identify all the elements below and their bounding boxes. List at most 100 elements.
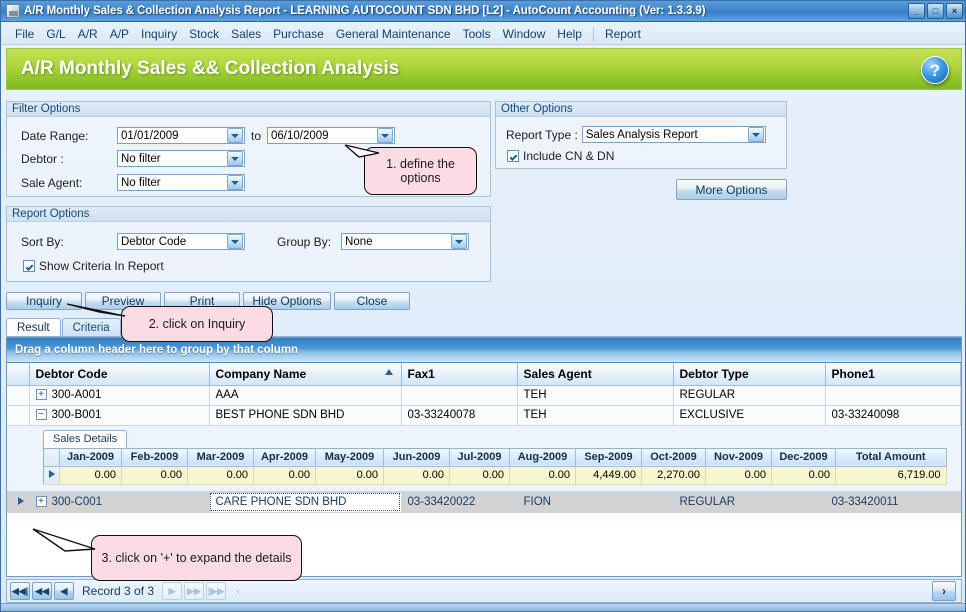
detail-column-jul[interactable]: Jul-2009 bbox=[449, 448, 510, 467]
show-criteria-row: Show Criteria In Report bbox=[23, 259, 164, 273]
close-button-action[interactable]: Close bbox=[334, 292, 410, 310]
menu-item-gl[interactable]: G/L bbox=[40, 26, 71, 42]
table-row[interactable]: −300-B001 BEST PHONE SDN BHD 03-33240078… bbox=[7, 405, 961, 426]
first-record-button[interactable]: ◀◀| bbox=[10, 582, 30, 600]
detail-cell-apr: 0.00 bbox=[253, 466, 316, 485]
group-by-combo[interactable]: None bbox=[341, 233, 470, 250]
cell-debtor-code[interactable]: +300-A001 bbox=[29, 385, 210, 406]
menu-item-purchase[interactable]: Purchase bbox=[267, 26, 330, 42]
caret-right-icon bbox=[48, 470, 55, 478]
table-row[interactable]: +300-A001 AAA TEH REGULAR bbox=[7, 385, 961, 406]
detail-cell-oct: 2,270.00 bbox=[641, 466, 706, 485]
detail-column-nov[interactable]: Nov-2009 bbox=[705, 448, 772, 467]
prev-record-button[interactable]: ◀ bbox=[54, 582, 74, 600]
report-options-caption: Report Options bbox=[7, 207, 490, 222]
sort-by-combo[interactable]: Debtor Code bbox=[117, 233, 245, 250]
detail-column-may[interactable]: May-2009 bbox=[315, 448, 384, 467]
more-options-button[interactable]: More Options bbox=[676, 179, 787, 200]
menu-item-general-maintenance[interactable]: General Maintenance bbox=[330, 26, 457, 42]
include-cn-dn-label: Include CN & DN bbox=[523, 149, 615, 163]
menu-item-report[interactable]: Report bbox=[599, 26, 647, 42]
column-header-debtor-type[interactable]: Debtor Type bbox=[673, 363, 826, 386]
detail-column-apr[interactable]: Apr-2009 bbox=[253, 448, 316, 467]
tab-sales-details[interactable]: Sales Details bbox=[43, 429, 128, 448]
detail-column-jun[interactable]: Jun-2009 bbox=[383, 448, 450, 467]
cancel-edit-button[interactable]: ‹ bbox=[228, 582, 248, 600]
detail-data-row[interactable]: 0.00 0.00 0.00 0.00 0.00 0.00 0.00 0.00 bbox=[43, 466, 947, 485]
detail-column-sep[interactable]: Sep-2009 bbox=[575, 448, 642, 467]
chevron-down-icon[interactable] bbox=[227, 175, 243, 190]
detail-column-jan[interactable]: Jan-2009 bbox=[59, 448, 122, 467]
menu-item-ap[interactable]: A/P bbox=[104, 26, 135, 42]
cell-sales-agent: FION bbox=[517, 492, 674, 513]
maximize-button[interactable]: □ bbox=[927, 3, 944, 19]
inquiry-button[interactable]: Inquiry bbox=[6, 292, 82, 310]
detail-cell-sep: 4,449.00 bbox=[575, 466, 642, 485]
cell-debtor-code[interactable]: +300-C001 bbox=[29, 492, 210, 513]
tab-result[interactable]: Result bbox=[6, 318, 61, 336]
menu-item-ar[interactable]: A/R bbox=[72, 26, 104, 42]
menu-item-help[interactable]: Help bbox=[551, 26, 588, 42]
sale-agent-filter-combo[interactable]: No filter bbox=[117, 174, 245, 191]
detail-cell-jul: 0.00 bbox=[449, 466, 510, 485]
column-header-sales-agent[interactable]: Sales Agent bbox=[517, 363, 674, 386]
help-icon[interactable]: ? bbox=[921, 56, 949, 84]
detail-column-oct[interactable]: Oct-2009 bbox=[641, 448, 706, 467]
detail-column-aug[interactable]: Aug-2009 bbox=[509, 448, 576, 467]
prev-page-button[interactable]: ◀◀ bbox=[32, 582, 52, 600]
expand-row-icon[interactable]: + bbox=[35, 389, 47, 401]
next-page-button[interactable]: ▶▶ bbox=[184, 582, 205, 600]
show-criteria-checkbox[interactable]: Show Criteria In Report bbox=[23, 259, 164, 273]
chevron-down-icon[interactable] bbox=[377, 128, 394, 143]
detail-column-total[interactable]: Total Amount bbox=[835, 448, 947, 467]
minimize-button[interactable]: _ bbox=[908, 3, 925, 19]
table-row[interactable]: +300-C001 CARE PHONE SDN BHD 03-33420022… bbox=[7, 492, 961, 513]
tab-criteria[interactable]: Criteria bbox=[61, 318, 121, 336]
chevron-down-icon[interactable] bbox=[451, 234, 468, 249]
expand-panel-button[interactable]: › bbox=[932, 581, 956, 601]
cell-debtor-type: REGULAR bbox=[673, 385, 826, 406]
menu-item-sales[interactable]: Sales bbox=[225, 26, 267, 42]
report-type-label: Report Type : bbox=[506, 127, 578, 142]
debtor-filter-combo[interactable]: No filter bbox=[117, 150, 245, 167]
next-record-button[interactable]: ▶ bbox=[162, 582, 183, 600]
menu-item-inquiry[interactable]: Inquiry bbox=[135, 26, 183, 42]
cell-debtor-type: EXCLUSIVE bbox=[673, 405, 826, 426]
row-indicator-header bbox=[7, 363, 30, 386]
menu-item-stock[interactable]: Stock bbox=[183, 26, 225, 42]
include-cn-dn-checkbox[interactable]: Include CN & DN bbox=[507, 149, 614, 163]
detail-column-dec[interactable]: Dec-2009 bbox=[771, 448, 836, 467]
column-header-company-name-label: Company Name bbox=[215, 366, 307, 381]
chevron-down-icon[interactable] bbox=[227, 234, 243, 249]
current-row-caret bbox=[43, 466, 60, 485]
callout-define-options: 1. define the options bbox=[364, 147, 477, 195]
column-header-debtor-code[interactable]: Debtor Code bbox=[29, 363, 210, 386]
date-to-value: 06/10/2009 bbox=[271, 129, 329, 142]
menu-item-tools[interactable]: Tools bbox=[457, 26, 497, 42]
title-bar: A/R Monthly Sales & Collection Analysis … bbox=[1, 1, 965, 22]
chevron-down-icon[interactable] bbox=[227, 151, 243, 166]
sales-details-table: Jan-2009 Feb-2009 Mar-2009 Apr-2009 May-… bbox=[43, 447, 947, 485]
column-header-company-name[interactable]: Company Name bbox=[209, 363, 402, 386]
sales-details-panel: Sales Details Jan-2009 Feb-2009 Mar-2009… bbox=[7, 425, 961, 491]
close-button[interactable]: × bbox=[946, 3, 963, 19]
chevron-down-icon[interactable] bbox=[747, 127, 764, 142]
cell-fax1 bbox=[401, 385, 518, 406]
column-header-fax1[interactable]: Fax1 bbox=[401, 363, 518, 386]
sort-by-value: Debtor Code bbox=[121, 235, 187, 248]
cell-debtor-code[interactable]: −300-B001 bbox=[29, 405, 210, 426]
column-header-phone1[interactable]: Phone1 bbox=[825, 363, 961, 386]
date-to-combo[interactable]: 06/10/2009 bbox=[267, 127, 396, 144]
menu-item-window[interactable]: Window bbox=[497, 26, 552, 42]
menu-item-file[interactable]: File bbox=[9, 26, 40, 42]
expand-row-icon[interactable]: + bbox=[35, 496, 47, 508]
report-type-combo[interactable]: Sales Analysis Report bbox=[581, 126, 766, 143]
application-icon bbox=[6, 4, 20, 18]
chevron-down-icon[interactable] bbox=[227, 128, 243, 143]
detail-column-mar[interactable]: Mar-2009 bbox=[187, 448, 254, 467]
detail-column-feb[interactable]: Feb-2009 bbox=[121, 448, 188, 467]
collapse-row-icon[interactable]: − bbox=[35, 409, 47, 421]
last-record-button[interactable]: |▶▶ bbox=[206, 582, 227, 600]
row-indicator bbox=[7, 492, 30, 513]
date-from-combo[interactable]: 01/01/2009 bbox=[117, 127, 245, 144]
